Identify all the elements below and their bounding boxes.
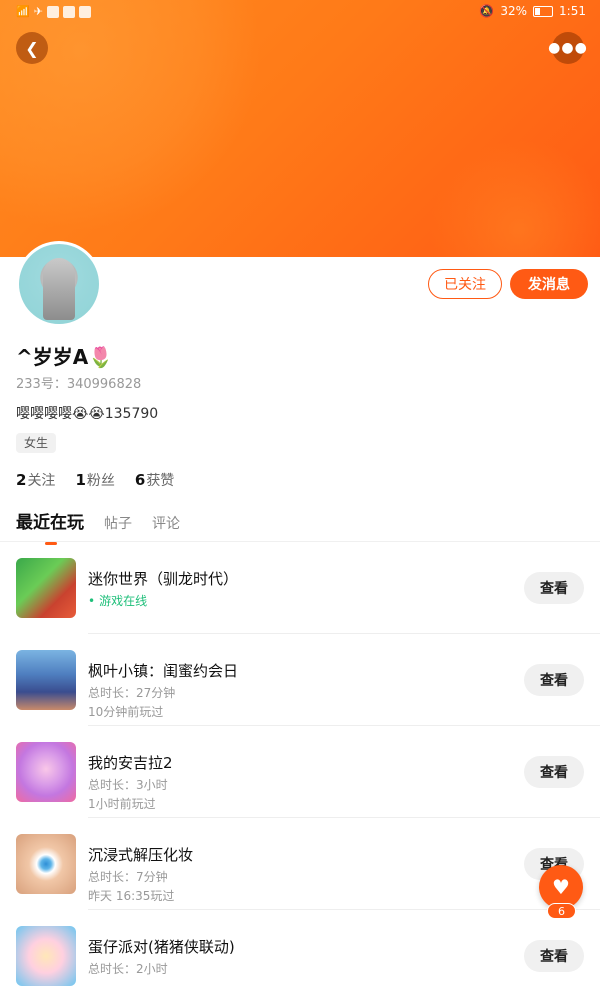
list-item[interactable]: 沉浸式解压化妆 总时长：7分钟 昨天 16:35玩过 查看 [0, 818, 600, 910]
tab-posts[interactable]: 帖子 [104, 513, 132, 533]
profile-stats: 2关注 1粉丝 6获赞 [16, 470, 174, 490]
user-id: 233号：340996828 [16, 377, 142, 392]
recent-games-list: 迷你世界（驯龙时代） 游戏在线 查看 枫叶小镇：闺蜜约会日 总时长：27分钟 1… [0, 542, 600, 1002]
play-duration: 总时长：3小时 [88, 778, 168, 792]
profile-banner: 📶 ✈ 🔕 32% 1:51 ❮ ●●● [0, 0, 600, 257]
profile-tabs: 最近在玩 帖子 评论 [16, 508, 180, 545]
likes-stat[interactable]: 6获赞 [135, 470, 174, 490]
view-button[interactable]: 查看 [524, 756, 584, 788]
wifi-icon: 📶 [16, 5, 30, 18]
tab-recent-play[interactable]: 最近在玩 [16, 508, 84, 545]
send-message-button[interactable]: 发消息 [510, 269, 588, 299]
app-notification-icon [78, 5, 91, 18]
avatar[interactable] [16, 241, 102, 327]
game-icon [16, 558, 76, 618]
more-dots-icon: ●●● [548, 40, 588, 56]
chevron-left-icon: ❮ [25, 38, 39, 58]
list-item[interactable]: 迷你世界（驯龙时代） 游戏在线 查看 [0, 542, 600, 634]
game-icon [16, 742, 76, 802]
mute-icon: 🔕 [479, 4, 495, 18]
game-name: 迷你世界（驯龙时代） [88, 570, 239, 588]
bio: 嘤嘤嘤嘤😭😭135790 [16, 406, 159, 422]
last-played: 昨天 16:35玩过 [88, 889, 175, 903]
play-duration: 总时长：7分钟 [88, 870, 168, 884]
status-icons-right: 🔕 32% 1:51 [479, 4, 586, 18]
fans-stat[interactable]: 1粉丝 [75, 470, 114, 490]
view-button[interactable]: 查看 [524, 664, 584, 696]
nickname: ^岁岁A🌷 [16, 345, 114, 369]
heart-icon: ♥ [552, 875, 570, 899]
online-status: 游戏在线 [88, 592, 147, 609]
app-notification-icon [46, 5, 59, 18]
game-icon [16, 926, 76, 986]
game-icon [16, 834, 76, 894]
game-icon [16, 650, 76, 710]
clock: 1:51 [559, 4, 586, 18]
tab-comments[interactable]: 评论 [152, 513, 180, 533]
followed-button[interactable]: 已关注 [428, 269, 502, 299]
status-icons-left: 📶 ✈ [16, 5, 91, 18]
airplane-icon: ✈ [33, 5, 43, 18]
list-item[interactable]: 枫叶小镇：闺蜜约会日 总时长：27分钟 10分钟前玩过 查看 [0, 634, 600, 726]
play-duration: 总时长：27分钟 [88, 686, 176, 700]
game-name: 枫叶小镇：闺蜜约会日 [88, 662, 239, 680]
app-notification-icon [62, 5, 75, 18]
like-count-badge: 6 [547, 903, 576, 919]
game-name: 蛋仔派对(猪猪侠联动) [88, 938, 235, 956]
status-bar: 📶 ✈ 🔕 32% 1:51 [0, 0, 600, 26]
list-item[interactable]: 我的安吉拉2 总时长：3小时 1小时前玩过 查看 [0, 726, 600, 818]
list-item[interactable]: 蛋仔派对(猪猪侠联动) 总时长：2小时 查看 [0, 910, 600, 1002]
avatar-image [19, 244, 99, 324]
following-stat[interactable]: 2关注 [16, 470, 55, 490]
view-button[interactable]: 查看 [524, 572, 584, 604]
last-played: 1小时前玩过 [88, 797, 156, 811]
more-button[interactable]: ●●● [548, 32, 587, 64]
battery-percent: 32% [500, 4, 528, 18]
battery-icon [533, 5, 554, 17]
game-name: 我的安吉拉2 [88, 754, 173, 772]
last-played: 10分钟前玩过 [88, 705, 164, 719]
back-button[interactable]: ❮ [16, 32, 48, 64]
game-name: 沉浸式解压化妆 [88, 846, 194, 864]
view-button[interactable]: 查看 [524, 940, 584, 972]
gender-tag: 女生 [16, 433, 57, 453]
play-duration: 总时长：2小时 [88, 962, 168, 976]
